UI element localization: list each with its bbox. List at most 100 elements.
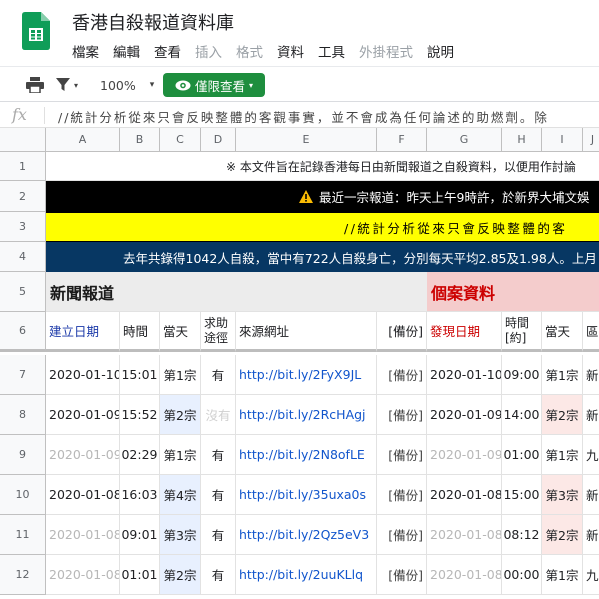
cell-case-day-count[interactable]: 第1宗	[542, 555, 583, 595]
column-header-b[interactable]: B	[120, 128, 160, 152]
cell-day-count[interactable]: 第2宗	[160, 395, 201, 435]
menu-item-data[interactable]: 資料	[277, 41, 304, 61]
row-header-10[interactable]: 10	[0, 475, 46, 515]
document-title[interactable]: 香港自殺報道資料庫	[72, 9, 234, 35]
row-header-2[interactable]: 2	[0, 181, 46, 212]
cell-time[interactable]: 15:52	[120, 395, 160, 435]
cell-found-date[interactable]: 2020-01-08	[427, 555, 502, 595]
cell-created-date[interactable]: 2020-01-10	[46, 355, 120, 395]
row-header-3[interactable]: 3	[0, 212, 46, 242]
cell-created-date[interactable]: 2020-01-08	[46, 475, 120, 515]
cell-time[interactable]: 15:01	[120, 355, 160, 395]
zoom-select[interactable]: 100% ▾	[100, 67, 154, 103]
cell-source-url[interactable]: http://bit.ly/2Qz5eV3	[236, 515, 377, 555]
cell-day-count[interactable]: 第1宗	[160, 435, 201, 475]
cell-backup-link[interactable]: [備份]	[377, 515, 427, 555]
cell-day-count[interactable]: 第4宗	[160, 475, 201, 515]
cell-source-url[interactable]: http://bit.ly/2uuKLlq	[236, 555, 377, 595]
column-header-j[interactable]: J	[583, 128, 599, 152]
menu-item-format[interactable]: 格式	[236, 41, 263, 61]
cell-district[interactable]: 新	[583, 395, 599, 435]
header-district: 區	[583, 312, 599, 352]
cell-created-date[interactable]: 2020-01-09	[46, 395, 120, 435]
cell-backup-link[interactable]: [備份]	[377, 395, 427, 435]
column-header-f[interactable]: F	[377, 128, 427, 152]
cell-approx-time[interactable]: 08:12	[502, 515, 542, 555]
column-header-c[interactable]: C	[160, 128, 201, 152]
cell-district[interactable]: 新	[583, 475, 599, 515]
sheets-logo-icon[interactable]	[22, 12, 50, 50]
menu-item-tools[interactable]: 工具	[318, 41, 345, 61]
row-header-7[interactable]: 7	[0, 355, 46, 395]
cell-help-channel[interactable]: 有	[201, 355, 236, 395]
cell-case-day-count[interactable]: 第1宗	[542, 435, 583, 475]
cell-help-channel[interactable]: 有	[201, 515, 236, 555]
row-header-5[interactable]: 5	[0, 272, 46, 312]
cell-day-count[interactable]: 第3宗	[160, 515, 201, 555]
row-header-9[interactable]: 9	[0, 435, 46, 475]
cell-district[interactable]: 新	[583, 355, 599, 395]
cell-found-date[interactable]: 2020-01-10	[427, 355, 502, 395]
cell-approx-time[interactable]: 01:00	[502, 435, 542, 475]
filter-button[interactable]: ▾	[56, 67, 78, 103]
menu-item-edit[interactable]: 編輯	[113, 41, 140, 61]
row-header-11[interactable]: 11	[0, 515, 46, 555]
cell-time[interactable]: 01:01	[120, 555, 160, 595]
cell-approx-time[interactable]: 14:00	[502, 395, 542, 435]
cell-source-url[interactable]: http://bit.ly/2N8ofLE	[236, 435, 377, 475]
view-only-button[interactable]: 僅限查看 ▾	[163, 73, 265, 97]
cell-backup-link[interactable]: [備份]	[377, 435, 427, 475]
print-button[interactable]	[26, 67, 44, 103]
cell-created-date[interactable]: 2020-01-08	[46, 515, 120, 555]
column-header-g[interactable]: G	[427, 128, 502, 152]
cell-district[interactable]: 九	[583, 435, 599, 475]
menu-item-insert[interactable]: 插入	[195, 41, 222, 61]
menu-item-addons[interactable]: 外掛程式	[359, 41, 413, 61]
cell-source-url[interactable]: http://bit.ly/35uxa0s	[236, 475, 377, 515]
cell-help-channel[interactable]: 沒有	[201, 395, 236, 435]
cell-source-url[interactable]: http://bit.ly/2RcHAgj	[236, 395, 377, 435]
cell-case-day-count[interactable]: 第1宗	[542, 355, 583, 395]
cell-created-date[interactable]: 2020-01-08	[46, 555, 120, 595]
formula-bar-input[interactable]: //統計分析從來只會反映整體的客觀事實，並不會成為任何論述的助燃劑。除	[58, 107, 549, 126]
cell-found-date[interactable]: 2020-01-09	[427, 435, 502, 475]
cell-day-count[interactable]: 第1宗	[160, 355, 201, 395]
cell-found-date[interactable]: 2020-01-08	[427, 475, 502, 515]
cell-district[interactable]: 新	[583, 515, 599, 555]
cell-district[interactable]: 九	[583, 555, 599, 595]
cell-time[interactable]: 02:29	[120, 435, 160, 475]
cell-backup-link[interactable]: [備份]	[377, 475, 427, 515]
cell-time[interactable]: 09:01	[120, 515, 160, 555]
cell-approx-time[interactable]: 09:00	[502, 355, 542, 395]
row-header-8[interactable]: 8	[0, 395, 46, 435]
column-header-a[interactable]: A	[46, 128, 120, 152]
cell-backup-link[interactable]: [備份]	[377, 355, 427, 395]
row-header-1[interactable]: 1	[0, 152, 46, 181]
cell-case-day-count[interactable]: 第2宗	[542, 395, 583, 435]
row-header-4[interactable]: 4	[0, 242, 46, 272]
cell-help-channel[interactable]: 有	[201, 555, 236, 595]
row-header-6[interactable]: 6	[0, 312, 46, 352]
cell-approx-time[interactable]: 15:00	[502, 475, 542, 515]
cell-found-date[interactable]: 2020-01-09	[427, 395, 502, 435]
cell-found-date[interactable]: 2020-01-08	[427, 515, 502, 555]
menu-item-help[interactable]: 說明	[427, 41, 454, 61]
column-header-h[interactable]: H	[502, 128, 542, 152]
cell-case-day-count[interactable]: 第3宗	[542, 475, 583, 515]
cell-day-count[interactable]: 第2宗	[160, 555, 201, 595]
cell-backup-link[interactable]: [備份]	[377, 555, 427, 595]
column-header-d[interactable]: D	[201, 128, 236, 152]
column-header-i[interactable]: I	[542, 128, 583, 152]
column-header-e[interactable]: E	[236, 128, 377, 152]
cell-time[interactable]: 16:03	[120, 475, 160, 515]
row-header-12[interactable]: 12	[0, 555, 46, 595]
cell-help-channel[interactable]: 有	[201, 435, 236, 475]
select-all-corner[interactable]	[0, 128, 46, 152]
menu-item-view[interactable]: 查看	[154, 41, 181, 61]
cell-source-url[interactable]: http://bit.ly/2FyX9JL	[236, 355, 377, 395]
cell-help-channel[interactable]: 有	[201, 475, 236, 515]
cell-case-day-count[interactable]: 第2宗	[542, 515, 583, 555]
cell-created-date[interactable]: 2020-01-09	[46, 435, 120, 475]
cell-approx-time[interactable]: 00:00	[502, 555, 542, 595]
menu-item-file[interactable]: 檔案	[72, 41, 99, 61]
